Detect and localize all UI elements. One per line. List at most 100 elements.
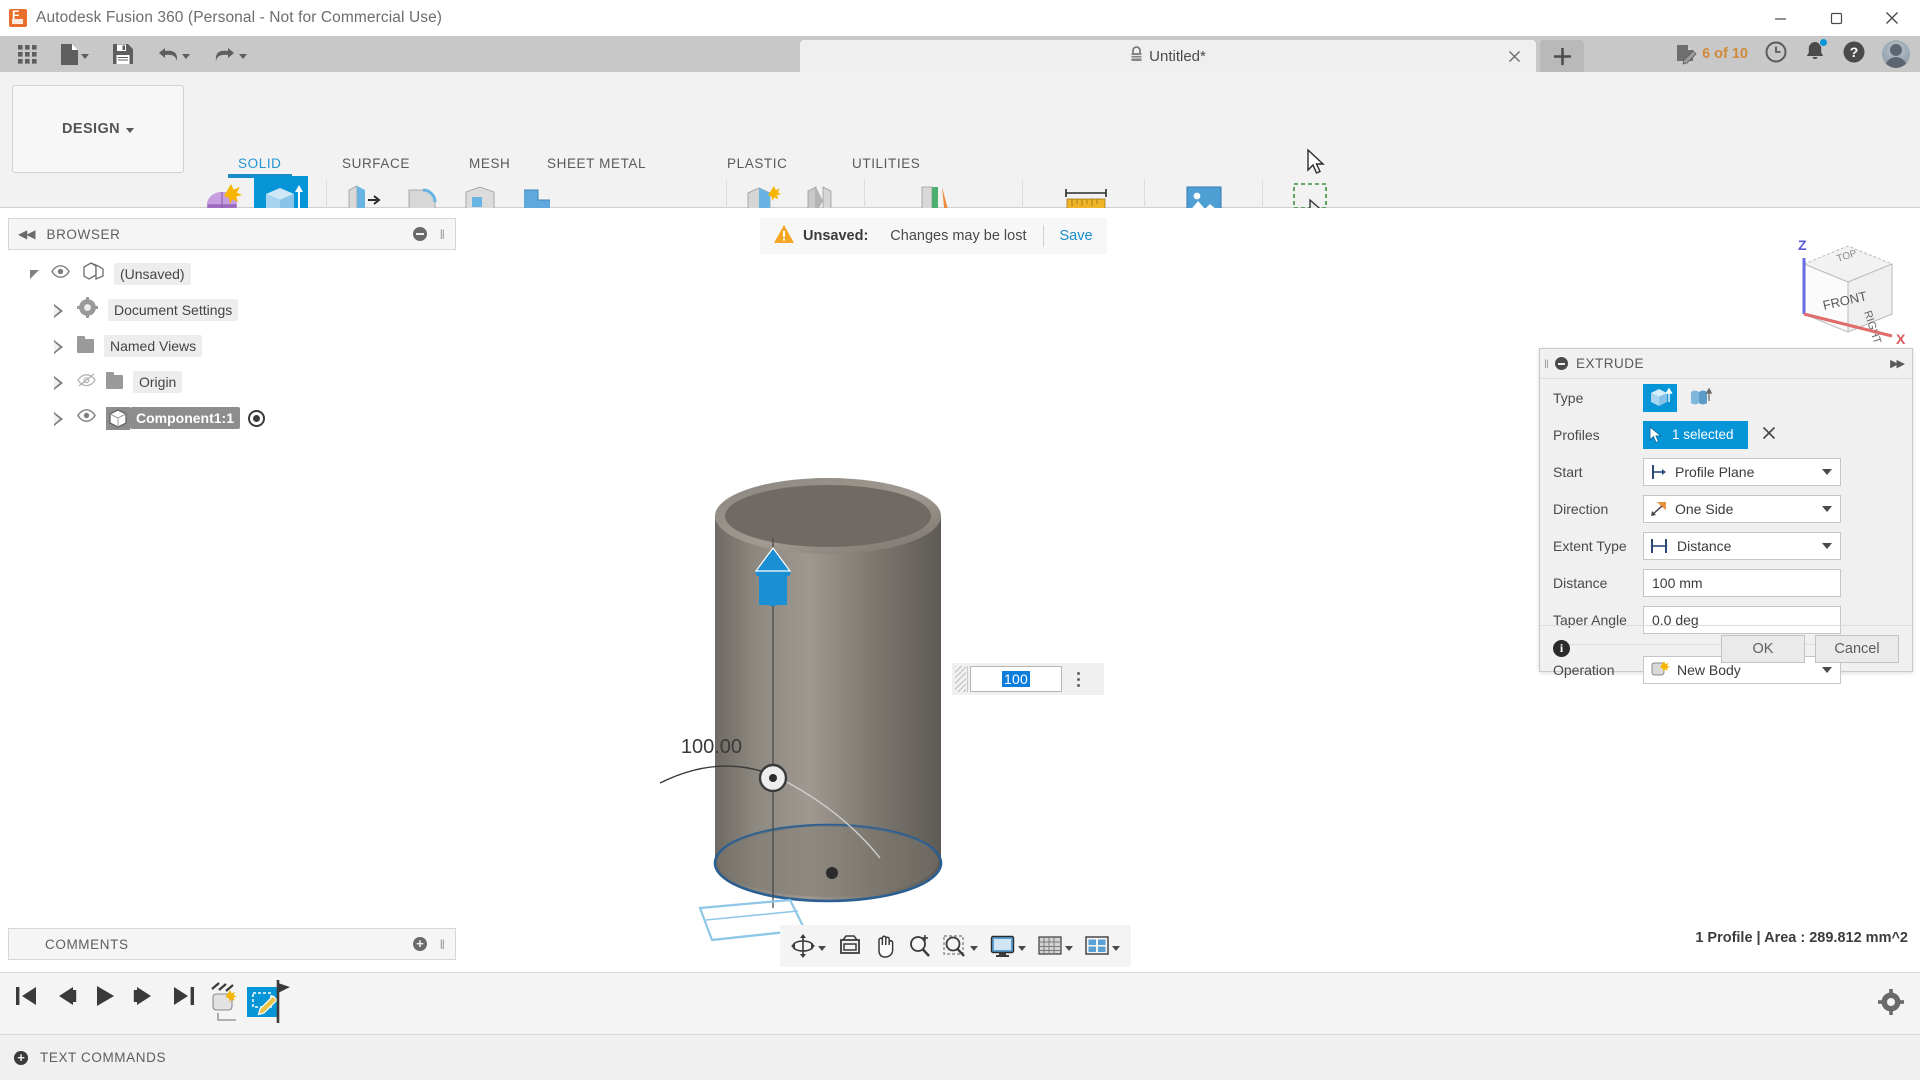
dimension-input-box[interactable]: 100 bbox=[952, 663, 1104, 695]
tab-solid[interactable]: SOLID bbox=[238, 156, 282, 171]
dimension-input[interactable]: 100 bbox=[970, 666, 1062, 692]
plus-circle-icon[interactable] bbox=[413, 937, 427, 951]
tree-node-component1[interactable]: Component1:1 bbox=[8, 400, 456, 436]
tree-node-unsaved[interactable]: (Unsaved) bbox=[8, 256, 456, 292]
drag-grip-icon[interactable] bbox=[955, 666, 966, 692]
tab-mesh[interactable]: MESH bbox=[469, 156, 510, 171]
skip-to-end-icon[interactable] bbox=[172, 985, 196, 1012]
chevron-down-icon[interactable] bbox=[1112, 946, 1120, 951]
new-tab-button[interactable] bbox=[1540, 40, 1584, 72]
save-link[interactable]: Save bbox=[1060, 228, 1093, 244]
warning-triangle-icon bbox=[774, 225, 794, 248]
bell-icon[interactable] bbox=[1804, 40, 1826, 68]
minimize-icon[interactable] bbox=[1752, 0, 1808, 36]
save-icon[interactable] bbox=[107, 39, 139, 69]
zoom-icon[interactable] bbox=[903, 929, 936, 963]
start-dropdown[interactable]: Profile Plane bbox=[1643, 458, 1841, 486]
cancel-button[interactable]: Cancel bbox=[1815, 635, 1899, 663]
orbit-icon[interactable] bbox=[786, 929, 831, 963]
panel-grip-icon[interactable]: ‖ bbox=[440, 937, 445, 952]
close-icon[interactable] bbox=[1504, 46, 1524, 66]
extrude-tapered-icon[interactable] bbox=[1683, 384, 1717, 412]
new-document-icon[interactable] bbox=[55, 39, 95, 69]
play-icon[interactable] bbox=[94, 985, 116, 1012]
extrude-solid-icon[interactable] bbox=[1643, 384, 1677, 412]
viewports-icon[interactable] bbox=[1080, 929, 1125, 963]
document-tab[interactable]: Untitled* bbox=[800, 40, 1536, 72]
viewcube[interactable]: FRONT RIGHT TOP Z X bbox=[1766, 218, 1916, 348]
help-icon[interactable]: ? bbox=[1842, 40, 1866, 69]
expand-arrow-icon[interactable] bbox=[30, 270, 39, 279]
chevron-down-icon[interactable] bbox=[81, 54, 89, 59]
collapse-arrow-icon[interactable] bbox=[54, 340, 65, 353]
user-avatar[interactable] bbox=[1882, 40, 1910, 68]
visibility-eye-icon[interactable] bbox=[51, 265, 70, 283]
redo-icon[interactable] bbox=[208, 39, 253, 69]
distance-input[interactable]: 100 mm bbox=[1643, 569, 1841, 597]
pan-hand-icon[interactable] bbox=[869, 929, 901, 963]
tree-node-origin[interactable]: Origin bbox=[8, 364, 456, 400]
tree-node-named-views[interactable]: Named Views bbox=[8, 328, 456, 364]
sketch-feature-icon[interactable] bbox=[246, 979, 292, 1030]
visibility-eye-icon[interactable] bbox=[77, 409, 96, 427]
chevron-down-icon[interactable] bbox=[1018, 946, 1026, 951]
comments-title: COMMENTS bbox=[45, 937, 129, 952]
status-text: 1 Profile | Area : 289.812 mm^2 bbox=[1695, 930, 1908, 946]
look-at-icon[interactable] bbox=[833, 929, 867, 963]
trial-pencil-icon bbox=[1675, 43, 1697, 65]
profiles-selection-chip[interactable]: 1 selected bbox=[1643, 421, 1748, 449]
panel-grip-icon[interactable]: ‖ bbox=[440, 227, 445, 242]
comments-panel[interactable]: COMMENTS ‖ bbox=[8, 928, 456, 960]
extrude-dialog: ‖ EXTRUDE ▶▶ Type bbox=[1539, 348, 1913, 672]
step-forward-icon[interactable] bbox=[132, 985, 156, 1012]
lock-icon bbox=[1130, 46, 1143, 67]
tab-surface[interactable]: SURFACE bbox=[342, 156, 410, 171]
display-settings-icon[interactable] bbox=[985, 929, 1031, 963]
gear-icon[interactable] bbox=[1878, 989, 1904, 1020]
tab-plastic[interactable]: PLASTIC bbox=[727, 156, 787, 171]
clear-selection-icon[interactable] bbox=[1762, 426, 1776, 444]
close-icon[interactable] bbox=[1864, 0, 1920, 36]
new-component-feature-icon[interactable] bbox=[208, 981, 244, 1030]
tab-sheet-metal[interactable]: SHEET METAL bbox=[547, 156, 646, 171]
double-chevron-right-icon[interactable]: ▶▶ bbox=[1890, 357, 1903, 370]
chevron-down-icon[interactable] bbox=[239, 54, 247, 59]
info-icon[interactable]: i bbox=[1553, 640, 1570, 657]
chevron-down-icon[interactable] bbox=[818, 946, 826, 951]
one-side-icon bbox=[1650, 501, 1668, 517]
active-component-marker[interactable] bbox=[248, 410, 265, 427]
collapse-arrow-icon[interactable] bbox=[54, 412, 65, 425]
plus-circle-icon[interactable] bbox=[14, 1051, 28, 1065]
step-back-icon[interactable] bbox=[54, 985, 78, 1012]
tree-node-document-settings[interactable]: Document Settings bbox=[8, 292, 456, 328]
zoom-window-icon[interactable] bbox=[938, 929, 983, 963]
extrude-dialog-header[interactable]: ‖ EXTRUDE ▶▶ bbox=[1540, 349, 1912, 379]
ok-button[interactable]: OK bbox=[1721, 635, 1805, 663]
grid-snap-icon[interactable] bbox=[1033, 929, 1078, 963]
skip-to-start-icon[interactable] bbox=[14, 985, 38, 1012]
clock-icon[interactable] bbox=[1764, 40, 1788, 69]
collapse-left-icon[interactable]: ◀◀ bbox=[18, 227, 34, 241]
visibility-hidden-icon[interactable] bbox=[77, 373, 96, 392]
collapse-arrow-icon[interactable] bbox=[54, 304, 65, 317]
extrude-row-profiles: Profiles 1 selected bbox=[1540, 416, 1912, 453]
start-value: Profile Plane bbox=[1675, 464, 1754, 480]
tab-utilities[interactable]: UTILITIES bbox=[852, 156, 920, 171]
app-grid-icon[interactable] bbox=[12, 39, 43, 69]
extent-type-dropdown[interactable]: Distance bbox=[1643, 532, 1841, 560]
minus-circle-icon[interactable] bbox=[413, 227, 427, 241]
chevron-down-icon[interactable] bbox=[1065, 946, 1073, 951]
trial-status[interactable]: 6 of 10 bbox=[1675, 43, 1748, 65]
undo-icon[interactable] bbox=[151, 39, 196, 69]
dialog-grip-icon[interactable]: ‖ bbox=[1544, 357, 1549, 371]
trial-count: 6 of 10 bbox=[1702, 46, 1748, 62]
chevron-down-icon[interactable] bbox=[182, 54, 190, 59]
text-commands-bar[interactable]: TEXT COMMANDS bbox=[0, 1034, 1920, 1080]
extrude-dialog-title: EXTRUDE bbox=[1576, 356, 1644, 371]
chevron-down-icon[interactable] bbox=[970, 946, 978, 951]
more-vertical-icon[interactable] bbox=[1067, 672, 1089, 687]
minus-circle-icon[interactable] bbox=[1555, 357, 1568, 370]
maximize-icon[interactable] bbox=[1808, 0, 1864, 36]
direction-dropdown[interactable]: One Side bbox=[1643, 495, 1841, 523]
collapse-arrow-icon[interactable] bbox=[54, 376, 65, 389]
